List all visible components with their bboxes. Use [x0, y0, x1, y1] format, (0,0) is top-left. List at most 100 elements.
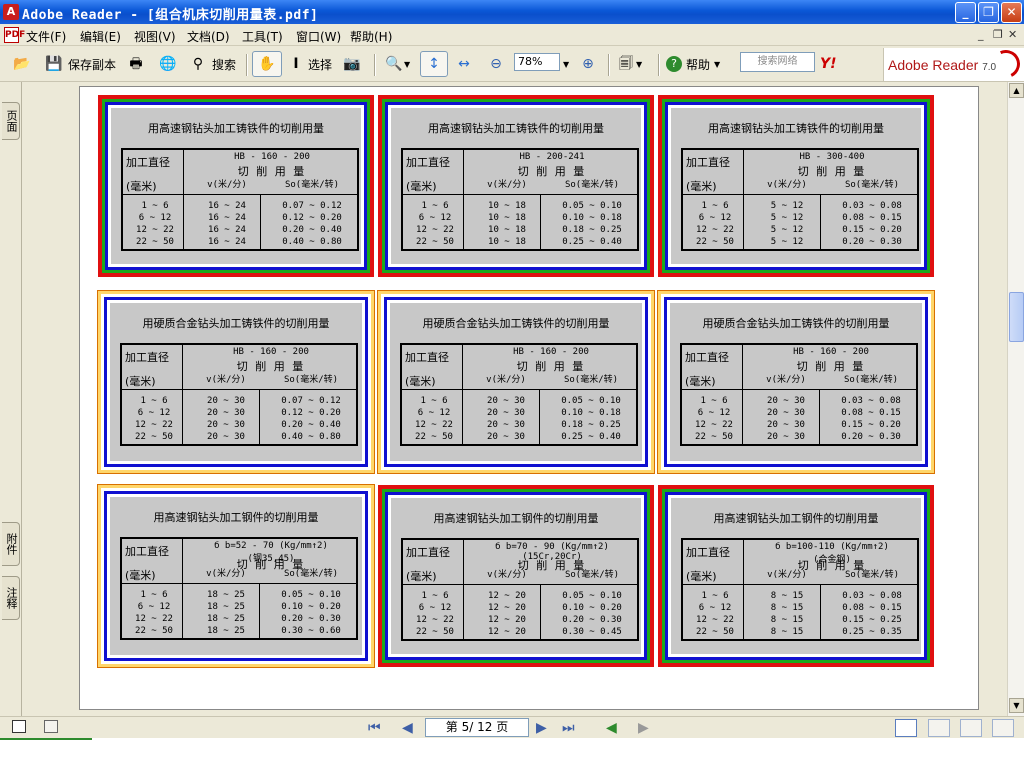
open-button[interactable]: 📂 — [12, 52, 32, 76]
menu-help[interactable]: 帮助(H) — [350, 28, 392, 45]
scroll-thumb[interactable] — [1009, 292, 1024, 342]
continuous-facing-view-button[interactable] — [992, 719, 1014, 737]
page-number-input[interactable]: 第 5/ 12 页 — [425, 718, 529, 737]
restore-button[interactable]: ❐ — [978, 2, 999, 23]
feed-column: 0.03 ~ 0.08 0.08 ~ 0.15 0.15 ~ 0.25 0.25 ~ … — [827, 590, 917, 638]
cutting-table: 加工直径 (毫米) HB - 160 - 200 切 削 用 量 v(米/分) So(毫米… — [400, 343, 638, 446]
window-title: Adobe Reader - [组合机床切削用量表.pdf] — [22, 8, 319, 23]
minimize-button[interactable]: _ — [955, 2, 976, 23]
email-button[interactable]: 🌐 — [158, 52, 178, 76]
table-divider — [683, 584, 917, 585]
tab-pages[interactable]: 页面 — [2, 102, 20, 140]
previous-view-button[interactable]: ◀ — [606, 720, 617, 736]
snapshot-button[interactable]: 📷 — [342, 52, 362, 76]
help-button[interactable]: ? 帮助 ▼ — [666, 52, 720, 76]
document-menu-icon[interactable]: PDF — [4, 27, 25, 43]
s-header: So(毫米/转) — [844, 180, 900, 190]
save-copy-button[interactable]: 💾 保存副本 — [44, 52, 116, 76]
facing-view-button[interactable] — [960, 719, 982, 737]
diameter-cell: 1 ~ 6 — [421, 591, 449, 601]
s-header: So(毫米/转) — [563, 375, 619, 385]
speed-cell: 18 ~ 25 — [207, 626, 245, 636]
tab-attachments[interactable]: 附件 — [2, 522, 20, 566]
search-button[interactable]: ⚲ 搜索 — [188, 52, 236, 76]
yahoo-search-button[interactable]: Y! — [820, 52, 837, 76]
adobe-reader-app-icon[interactable]: A — [3, 4, 19, 20]
condition-value: б b=70 - 90 (Kg/mm↑2) — [495, 542, 609, 552]
continuous-view-button[interactable] — [928, 719, 950, 737]
speed-cell: 20 ~ 30 — [487, 420, 525, 430]
single-page-view-button[interactable] — [895, 719, 917, 737]
fit-page-icon: ↕ — [428, 56, 440, 72]
printer-icon: 🖶 — [129, 56, 143, 72]
next-view-button[interactable]: ▶ — [638, 720, 649, 736]
zoom-in-tool-button[interactable]: 🔍 ▼ — [384, 52, 410, 76]
menu-edit[interactable]: 编辑(E) — [80, 28, 121, 45]
fit-width-button[interactable]: ↔ — [454, 52, 474, 76]
speed-column: 16 ~ 24 16 ~ 24 16 ~ 24 16 ~ 24 — [187, 200, 267, 248]
speed-cell: 20 ~ 30 — [207, 420, 245, 430]
condition-label: HB - 160 - 200 — [186, 347, 356, 357]
diameter-column: 1 ~ 6 6 ~ 12 12 ~ 22 22 ~ 50 — [406, 200, 464, 248]
select-tool-button[interactable]: I 选择 — [286, 52, 332, 76]
previous-page-button[interactable]: ◀ — [402, 720, 413, 736]
speed-cell: 5 ~ 12 — [770, 213, 804, 223]
diameter-cell: 22 ~ 50 — [696, 237, 734, 247]
cutting-table: 加工直径 (毫米) HB - 160 - 200 切 削 用 量 v(米/分) So(毫米… — [120, 343, 358, 446]
document-view[interactable]: 用高速钢钻头加工铸铁件的切削用量加工直径 (毫米) HB - 160 - 200 切 … — [22, 82, 1007, 716]
speed-cell: 20 ~ 30 — [767, 432, 805, 442]
menu-file[interactable]: 文件(F) — [26, 28, 66, 45]
feed-cell: 0.03 ~ 0.08 — [842, 591, 902, 601]
diameter-cell: 6 ~ 12 — [138, 213, 172, 223]
actual-size-button[interactable]: ↕ — [420, 51, 448, 77]
condition-value: HB - 160 - 200 — [234, 152, 310, 162]
menu-tools[interactable]: 工具(T) — [242, 28, 283, 45]
diameter-cell: 6 ~ 12 — [418, 603, 452, 613]
scroll-down-button[interactable]: ▼ — [1009, 698, 1024, 713]
condition-value: б b=52 - 70 (Kg/mm↑2) — [214, 541, 328, 551]
panel-toggle-icon[interactable] — [12, 720, 26, 733]
scroll-up-button[interactable]: ▲ — [1009, 83, 1024, 98]
toolbar: 📂 💾 保存副本 🖶 🌐 ⚲ 搜索 ✋ I 选择 📷 🔍 ▼ ↕ ↔ ⊖ ▼ ⊕ … — [0, 46, 1024, 82]
speed-cell: 8 ~ 15 — [770, 603, 804, 613]
web-search-input[interactable]: 搜索网络 — [740, 52, 815, 72]
cutting-table: 加工直径 (毫米) HB - 160 - 200 切 削 用 量 v(米/分) So(毫米… — [121, 148, 359, 251]
card-body: 用高速钢钻头加工铸铁件的切削用量 加工直径 (毫米) HB - 300-400 切 削 … — [671, 108, 921, 264]
hand-tool-button[interactable]: ✋ — [252, 51, 282, 77]
next-page-button[interactable]: ▶ — [536, 720, 547, 736]
options-icon[interactable] — [44, 720, 58, 733]
zoom-in-button[interactable]: ⊕ — [578, 52, 598, 76]
doc-restore-button[interactable]: ❐ — [993, 28, 1003, 41]
vertical-scrollbar[interactable]: ▲ ▼ — [1007, 82, 1024, 716]
zoom-input[interactable]: 78% — [514, 53, 560, 71]
tab-comments[interactable]: 注释 — [2, 576, 20, 620]
toolbar-separator — [658, 54, 660, 76]
menu-document[interactable]: 文档(D) — [187, 28, 230, 45]
zoom-out-button[interactable]: ⊖ — [486, 52, 506, 76]
menu-view[interactable]: 视图(V) — [134, 28, 176, 45]
doc-close-button[interactable]: ✕ — [1008, 28, 1017, 41]
zoom-dropdown-button[interactable]: ▼ — [563, 52, 569, 76]
card-body: 用高速钢钻头加工钢件的切削用量 加工直径 (毫米) б b=70 - 90 (Kg/m… — [391, 498, 641, 654]
last-page-button[interactable]: ⏭ — [562, 720, 575, 736]
v-header: v(米/分) — [767, 570, 807, 580]
title-bar: A Adobe Reader - [组合机床切削用量表.pdf] _ ❐ ✕ — [0, 0, 1024, 24]
table-divider — [122, 389, 356, 390]
speed-column: 10 ~ 18 10 ~ 18 10 ~ 18 10 ~ 18 — [467, 200, 547, 248]
card-body: 用高速钢钻头加工钢件的切削用量 加工直径 (毫米) б b=100-110 (Kg/m… — [671, 498, 921, 654]
speed-cell: 20 ~ 30 — [207, 432, 245, 442]
card-title: 用高速钢钻头加工铸铁件的切削用量 — [708, 122, 884, 135]
first-page-button[interactable]: ⏮ — [368, 720, 381, 736]
col-mm-label: (毫米) — [125, 375, 156, 388]
close-button[interactable]: ✕ — [1001, 2, 1022, 23]
menu-window[interactable]: 窗口(W) — [296, 28, 341, 45]
rotate-view-button[interactable]: 🗐 ▼ — [616, 52, 642, 76]
print-button[interactable]: 🖶 — [126, 52, 146, 76]
col-dia-label: 加工直径 — [406, 546, 450, 559]
speed-cell: 18 ~ 25 — [207, 614, 245, 624]
speed-column: 20 ~ 30 20 ~ 30 20 ~ 30 20 ~ 30 — [466, 395, 546, 443]
doc-minimize-button[interactable]: _ — [978, 28, 984, 41]
status-bar: ⏮ ◀ 第 5/ 12 页 ▶ ⏭ ◀ ▶ — [0, 716, 1024, 738]
feed-cell: 0.10 ~ 0.18 — [561, 408, 621, 418]
feed-cell: 0.40 ~ 0.80 — [282, 237, 342, 247]
